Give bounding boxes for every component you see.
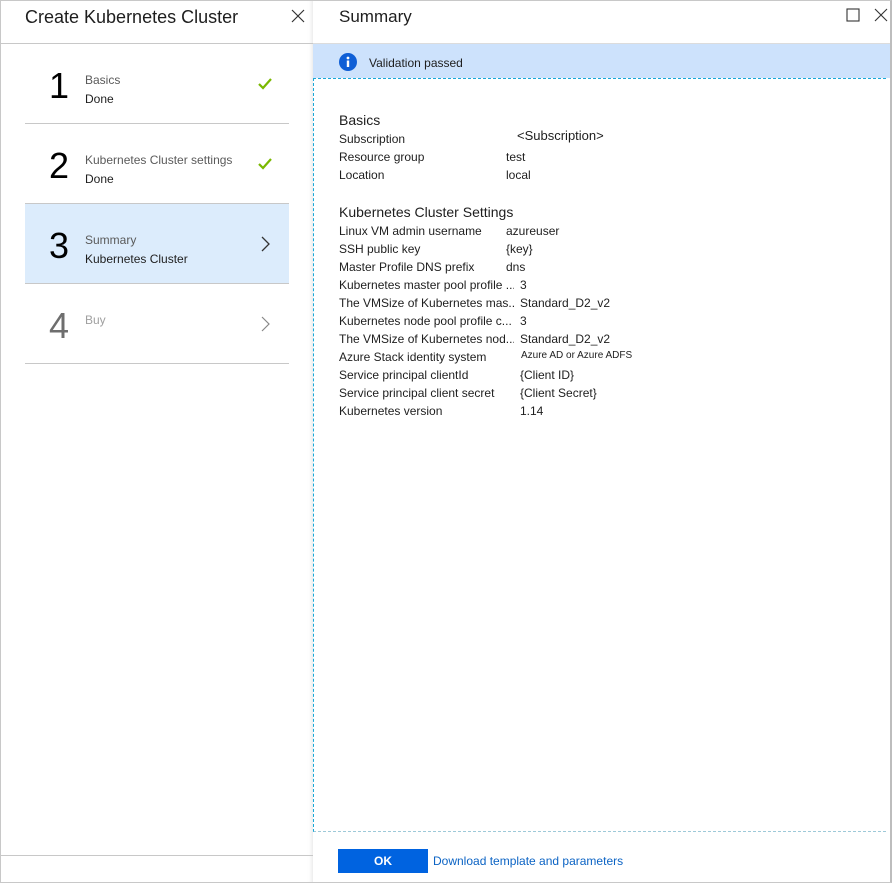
row-label: Azure Stack identity system — [339, 350, 487, 364]
section-title: Kubernetes Cluster Settings — [339, 204, 514, 220]
row-value: azureuser — [506, 224, 560, 238]
wizard-title: Create Kubernetes Cluster — [25, 7, 239, 27]
summary-row: Location local — [339, 166, 531, 184]
summary-header: Summary — [313, 1, 890, 44]
row-label: Service principal clientId — [339, 368, 469, 382]
blade-footer: OK Download template and parameters — [313, 832, 890, 883]
summary-row: Resource group test — [339, 148, 525, 166]
step-title: Summary — [85, 233, 137, 247]
row-label: Resource group — [339, 150, 425, 164]
summary-row: Azure Stack identity system Azure AD or … — [339, 348, 879, 366]
summary-row: The VMSize of Kubernetes mas... Standard… — [339, 294, 879, 312]
summary-row: Master Profile DNS prefix dns — [339, 258, 879, 276]
row-value: Azure AD or Azure ADFS — [521, 350, 633, 361]
checkmark-icon — [258, 78, 272, 90]
row-value: <Subscription> — [517, 128, 604, 143]
summary-row: Service principal clientId {Client ID} — [339, 366, 879, 384]
summary-blade: Summary Validation passed Basics Subscri… — [313, 0, 892, 883]
wizard-step-list: 1 Basics Done 2 Kubernetes Cluster setti… — [25, 44, 289, 364]
step-number: 4 — [49, 305, 70, 346]
ok-button[interactable]: OK — [338, 849, 428, 873]
row-label: Service principal client secret — [339, 386, 495, 400]
row-label: Master Profile DNS prefix — [339, 260, 475, 274]
validation-message: Validation passed — [369, 56, 463, 70]
row-label: Kubernetes node pool profile c... — [339, 314, 512, 328]
row-value: test — [506, 150, 526, 164]
blade-title: Summary — [339, 7, 412, 26]
info-icon — [339, 53, 357, 71]
row-value: 3 — [520, 278, 527, 292]
row-value: 3 — [520, 314, 527, 328]
wizard-steps-blade: Create Kubernetes Cluster 1 Basics Done … — [0, 0, 313, 883]
wizard-step-summary[interactable]: 3 Summary Kubernetes Cluster — [25, 204, 289, 284]
wizard-step-basics[interactable]: 1 Basics Done — [25, 44, 289, 124]
summary-row: SSH public key {key} — [339, 240, 879, 258]
summary-row: Service principal client secret {Client … — [339, 384, 879, 402]
wizard-step-kubernetes-cluster-settings[interactable]: 2 Kubernetes Cluster settings Done — [25, 124, 289, 204]
checkmark-icon — [258, 158, 272, 170]
row-value: {Client Secret} — [520, 386, 597, 400]
step-title: Kubernetes Cluster settings — [85, 153, 233, 167]
validation-banner: Validation passed — [313, 44, 890, 78]
row-value: local — [506, 168, 531, 182]
summary-row: Linux VM admin username azureuser — [339, 222, 879, 240]
step-status: Kubernetes Cluster — [85, 252, 188, 266]
close-icon[interactable] — [290, 8, 306, 24]
step-title: Basics — [85, 73, 121, 87]
basics-section: Basics Subscription <Subscription> Resou… — [339, 112, 604, 184]
row-value: dns — [506, 260, 526, 274]
row-value: 1.14 — [520, 404, 544, 418]
close-icon[interactable] — [874, 8, 888, 22]
step-title: Buy — [85, 313, 106, 327]
row-label: SSH public key — [339, 242, 421, 256]
row-label: Kubernetes master pool profile ... — [339, 278, 514, 292]
wizard-header: Create Kubernetes Cluster — [1, 0, 313, 44]
summary-row: Kubernetes node pool profile c... 3 — [339, 312, 879, 330]
chevron-right-icon — [261, 236, 270, 252]
row-label: Subscription — [339, 132, 406, 146]
download-template-link[interactable]: Download template and parameters — [433, 854, 623, 868]
maximize-icon[interactable] — [846, 8, 860, 22]
step-number: 3 — [49, 225, 70, 266]
summary-row: Kubernetes version 1.14 — [339, 402, 879, 420]
chevron-right-icon — [261, 316, 270, 332]
row-value: {Client ID} — [520, 368, 575, 382]
section-title: Basics — [339, 112, 381, 128]
step-number: 1 — [49, 65, 70, 106]
divider — [1, 855, 313, 856]
summary-row: Kubernetes master pool profile ... 3 — [339, 276, 879, 294]
wizard-step-buy[interactable]: 4 Buy — [25, 284, 289, 364]
row-value: Standard_D2_v2 — [520, 332, 611, 346]
step-number: 2 — [49, 145, 70, 186]
kubernetes-settings-section: Kubernetes Cluster Settings Linux VM adm… — [339, 204, 879, 420]
summary-row: Subscription <Subscription> — [339, 128, 604, 148]
row-label: The VMSize of Kubernetes nod... — [339, 332, 514, 346]
summary-content: Basics Subscription <Subscription> Resou… — [313, 78, 886, 832]
summary-row: The VMSize of Kubernetes nod... Standard… — [339, 330, 879, 348]
row-label: Linux VM admin username — [339, 224, 482, 238]
row-value: Standard_D2_v2 — [520, 296, 611, 310]
step-status: Done — [85, 92, 114, 106]
row-value: {key} — [506, 242, 533, 256]
row-label: The VMSize of Kubernetes mas... — [339, 296, 514, 310]
step-status: Done — [85, 172, 114, 186]
row-label: Kubernetes version — [339, 404, 443, 418]
row-label: Location — [339, 168, 385, 182]
